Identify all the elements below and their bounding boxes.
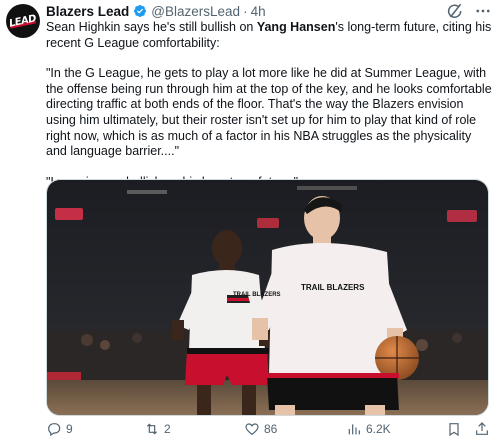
verified-badge-icon	[134, 5, 147, 17]
reply-count: 9	[66, 422, 73, 436]
repost-button[interactable]: 2	[144, 421, 171, 437]
author-handle[interactable]: @BlazersLead	[151, 4, 240, 19]
share-icon	[476, 422, 488, 435]
separator-dot: ·	[243, 3, 248, 19]
intro-before: Sean Highkin says he's still bullish on	[46, 20, 257, 34]
repost-icon	[146, 423, 158, 435]
reply-icon	[48, 423, 61, 437]
avatar-logo-text: LEAD	[8, 12, 38, 30]
top-actions	[446, 2, 492, 20]
repost-count: 2	[164, 422, 171, 436]
bookmark-icon	[449, 423, 459, 437]
timestamp[interactable]: 4h	[251, 4, 266, 19]
more-icon[interactable]	[474, 2, 492, 20]
author-name[interactable]: Blazers Lead	[46, 4, 129, 19]
views-count: 6.2K	[366, 422, 391, 436]
views-button[interactable]: 6.2K	[346, 421, 391, 437]
shirt-text-left: TRAIL BLAZERS	[233, 292, 281, 298]
shirt-text-right: TRAIL BLAZERS	[301, 283, 365, 292]
avatar[interactable]: LEAD	[6, 4, 40, 38]
like-button[interactable]: 86	[244, 421, 277, 437]
tweet-card[interactable]: LEAD Blazers Lead @BlazersLead · 4h Sean…	[0, 0, 500, 440]
share-button[interactable]	[474, 421, 494, 437]
player-mention: Yang Hansen	[256, 20, 336, 34]
tweet-intro: Sean Highkin says he's still bullish on …	[46, 20, 492, 51]
like-count: 86	[264, 422, 278, 436]
bookmark-button[interactable]	[446, 421, 466, 437]
grok-icon[interactable]	[446, 2, 464, 20]
heart-icon	[245, 423, 259, 436]
action-bar: 9 2 86 6.2K	[46, 419, 491, 439]
reply-button[interactable]: 9	[46, 421, 73, 437]
tweet-header: Blazers Lead @BlazersLead · 4h	[46, 3, 266, 19]
tweet-photo[interactable]: TRAIL BLAZERS TRAIL BLAZERS	[46, 179, 489, 416]
views-chart-icon	[348, 424, 360, 435]
tweet-text: Sean Highkin says he's still bullish on …	[46, 20, 492, 190]
tweet-quote: "In the G League, he gets to play a lot …	[46, 66, 492, 159]
